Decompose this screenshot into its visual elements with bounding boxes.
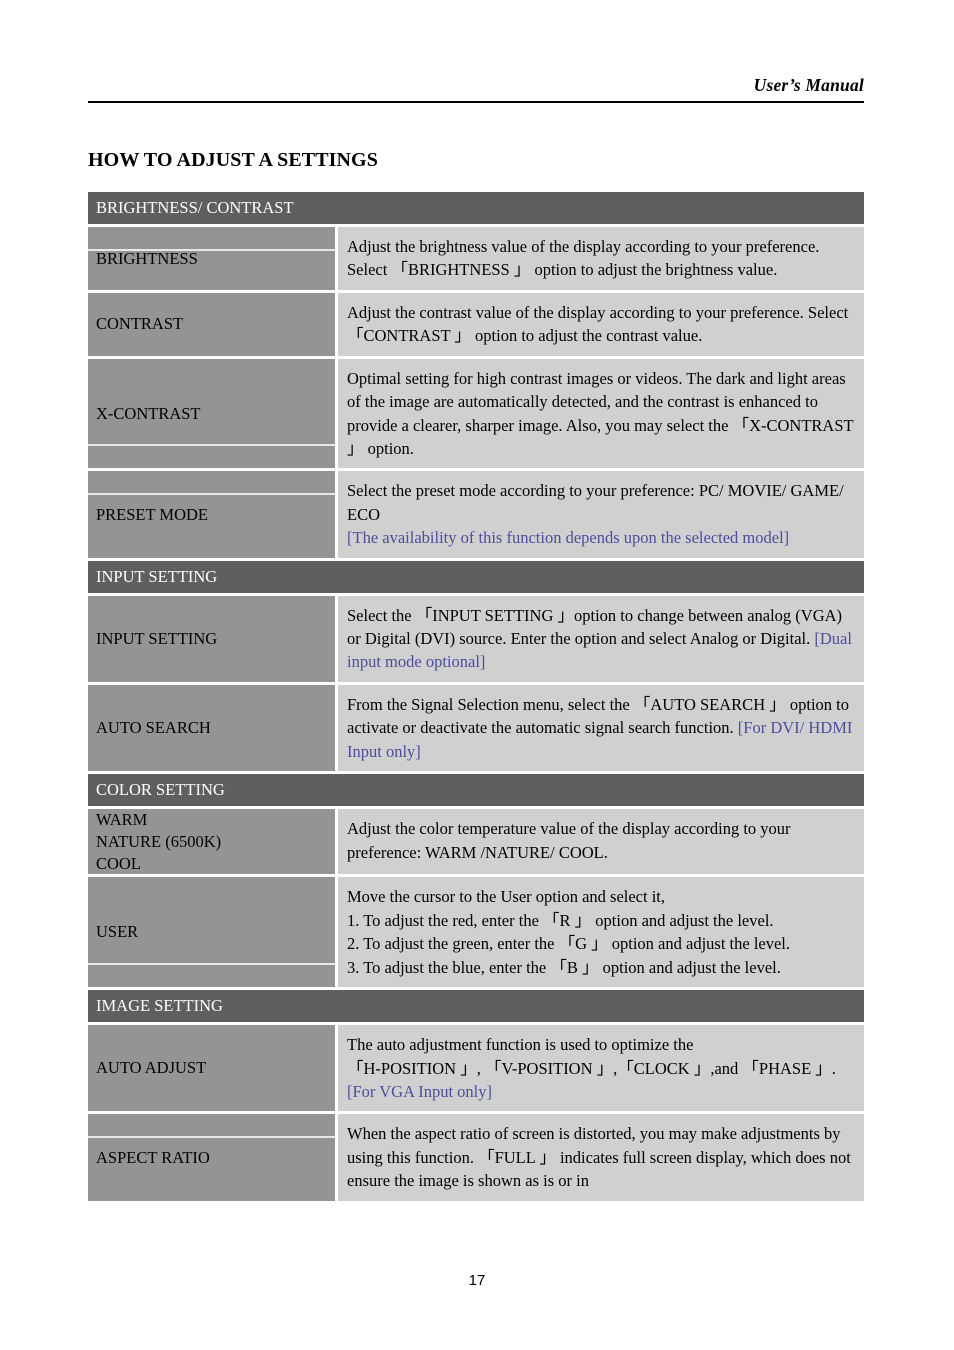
setting-label: WARM NATURE (6500K) COOL: [96, 810, 222, 873]
description-note: [Dual input mode optional]: [347, 629, 852, 672]
setting-description-cell: Adjust the color temperature value of th…: [338, 809, 864, 875]
description-note: [The availability of this function depen…: [347, 528, 790, 548]
description-line: Move the cursor to the User option and s…: [347, 887, 666, 907]
description-line: The auto adjustment function is used to …: [347, 1035, 694, 1055]
description-text: From the Signal Selection menu, select t…: [347, 694, 853, 761]
setting-description-cell: When the aspect ratio of screen is disto…: [338, 1114, 864, 1201]
description-text: Optimal setting for high contrast images…: [347, 368, 854, 458]
table-row: INPUT SETTING Select the 「INPUT SETTING 」…: [88, 595, 864, 682]
setting-description-cell: Adjust the brightness value of the displ…: [338, 227, 864, 290]
label-cell-divider: [88, 1136, 335, 1139]
setting-label-cell: WARM NATURE (6500K) COOL: [88, 809, 335, 875]
setting-label-cell: PRESET MODE: [88, 471, 335, 558]
setting-description-cell: Adjust the contrast value of the display…: [338, 292, 864, 356]
label-cell-divider: [88, 493, 335, 496]
table-row: X-CONTRAST Optimal setting for high contr…: [88, 358, 864, 469]
description-line: 2. To adjust the green, enter the 「G 」 o…: [347, 934, 791, 954]
setting-label: AUTO ADJUST: [96, 1058, 207, 1078]
setting-description-cell: The auto adjustment function is used to …: [338, 1025, 864, 1112]
table-row: AUTO ADJUST The auto adjustment function …: [88, 1025, 864, 1112]
manual-title: User’s Manual: [753, 75, 864, 95]
description-text: Adjust the brightness value of the displ…: [347, 237, 820, 280]
setting-label: X-CONTRAST: [96, 403, 201, 423]
setting-label-cell: INPUT SETTING: [88, 595, 335, 682]
setting-description-cell: From the Signal Selection menu, select t…: [338, 684, 864, 772]
section-header: INPUT SETTING: [88, 560, 864, 593]
setting-label: ASPECT RATIO: [96, 1147, 210, 1167]
setting-description-cell: Move the cursor to the User option and s…: [338, 877, 864, 988]
description-text: Select the preset mode according to your…: [347, 481, 844, 524]
label-cell-divider: [88, 963, 335, 966]
setting-label: BRIGHTNESS: [96, 248, 198, 268]
table-row: PRESET MODE Select the preset mode accord…: [88, 471, 864, 558]
section-header: BRIGHTNESS/ CONTRAST: [88, 192, 864, 224]
running-header: User’s Manual: [88, 75, 864, 104]
settings-table: BRIGHTNESS/ CONTRAST BRIGHTNESS Adjust the…: [88, 192, 864, 1204]
section-header: IMAGE SETTING: [88, 990, 864, 1023]
setting-label: USER: [96, 922, 139, 942]
description-note: [For DVI/ HDMI Input only]: [347, 718, 853, 761]
setting-label-cell: AUTO ADJUST: [88, 1025, 335, 1112]
setting-label-cell: USER: [88, 877, 335, 988]
table-row: USER Move the cursor to the User option a…: [88, 877, 864, 988]
setting-label: CONTRAST: [96, 314, 184, 334]
setting-label-cell: CONTRAST: [88, 292, 335, 356]
setting-description-cell: Select the 「INPUT SETTING 」option to cha…: [338, 595, 864, 682]
description-text: When the aspect ratio of screen is disto…: [347, 1124, 851, 1191]
description-line: 「H-POSITION 」, 「V-POSITION 」,「CLOCK 」,an…: [347, 1058, 836, 1078]
table-row: WARM NATURE (6500K) COOL Adjust the color t…: [88, 809, 864, 875]
setting-label-cell: X-CONTRAST: [88, 358, 335, 469]
setting-label: AUTO SEARCH: [96, 718, 211, 738]
description-line: 1. To adjust the red, enter the 「R 」 opt…: [347, 910, 774, 930]
setting-label-cell: AUTO SEARCH: [88, 684, 335, 772]
setting-label-cell: ASPECT RATIO: [88, 1114, 335, 1201]
section-header: COLOR SETTING: [88, 774, 864, 807]
page-number: 17: [468, 1272, 486, 1289]
label-cell-divider: [88, 444, 335, 447]
description-text: Adjust the color temperature value of th…: [347, 819, 791, 862]
table-row: BRIGHTNESS Adjust the brightness value of…: [88, 227, 864, 290]
page-content-clip: User’s Manual HOW TO ADJUST A SETTINGS B…: [0, 0, 954, 1262]
description-note: [For VGA Input only]: [347, 1082, 492, 1101]
description-line: 3. To adjust the blue, enter the 「B 」 op…: [347, 957, 781, 977]
table-row: AUTO SEARCH From the Signal Selection men…: [88, 684, 864, 772]
setting-description-cell: Select the preset mode according to your…: [338, 471, 864, 558]
table-row: CONTRAST Adjust the contrast value of the…: [88, 292, 864, 356]
table-row: ASPECT RATIO When the aspect ratio of scr…: [88, 1114, 864, 1201]
header-rule: [88, 101, 864, 104]
description-text: Select the 「INPUT SETTING 」option to cha…: [347, 605, 852, 672]
setting-label: PRESET MODE: [96, 504, 209, 524]
description-text: Adjust the contrast value of the display…: [347, 302, 849, 346]
setting-label-cell: BRIGHTNESS: [88, 227, 335, 290]
setting-description-cell: Optimal setting for high contrast images…: [338, 358, 864, 469]
page-title: HOW TO ADJUST A SETTINGS: [88, 149, 378, 172]
setting-label: INPUT SETTING: [96, 628, 218, 648]
